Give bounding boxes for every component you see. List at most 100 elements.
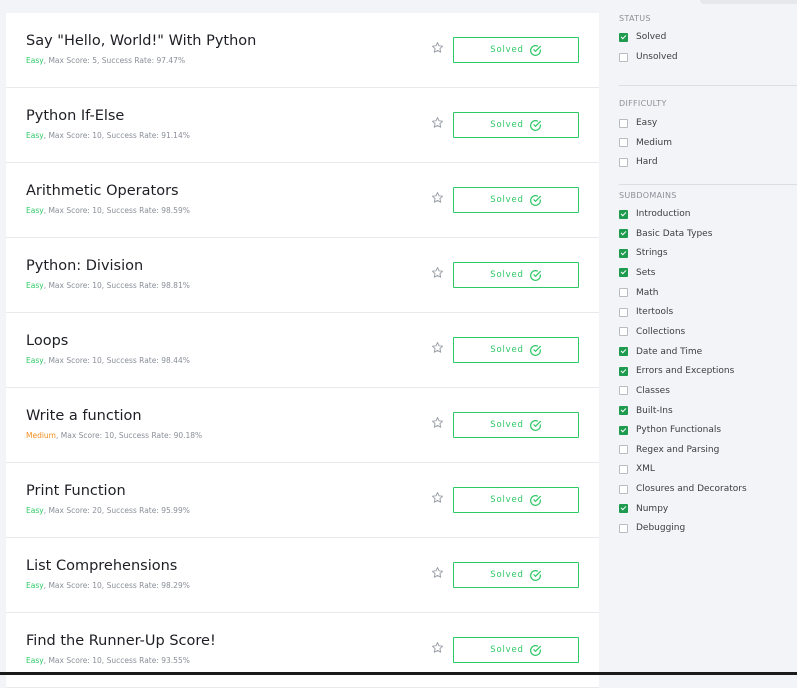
solved-button[interactable]: Solved xyxy=(453,112,579,138)
subdomain-filter-errors-and-exceptions[interactable]: Errors and Exceptions xyxy=(619,364,734,378)
filter-option-label: Easy xyxy=(636,118,658,128)
difficulty-label: Easy xyxy=(26,131,44,140)
star-icon[interactable] xyxy=(431,416,444,429)
solved-button-label: Solved xyxy=(490,345,524,355)
challenge-card[interactable]: List Comprehensions Easy, Max Score: 10, … xyxy=(6,538,599,613)
challenge-card[interactable]: Python If-Else Easy, Max Score: 10, Succe… xyxy=(6,88,599,163)
checkbox[interactable] xyxy=(619,307,628,317)
checkbox[interactable] xyxy=(619,157,628,167)
checkbox[interactable] xyxy=(619,425,628,435)
challenge-meta: Easy, Max Score: 10, Success Rate: 98.59… xyxy=(26,206,190,215)
subdomains-filter-title: SUBDOMAINS xyxy=(619,191,677,200)
checkbox[interactable] xyxy=(619,118,628,128)
challenge-title[interactable]: Write a function xyxy=(26,408,142,424)
checkbox[interactable] xyxy=(619,52,628,62)
star-icon[interactable] xyxy=(431,266,444,279)
difficulty-filter-hard[interactable]: Hard xyxy=(619,155,658,169)
score-and-success-rate: , Max Score: 10, Success Rate: 98.81% xyxy=(43,281,190,290)
solved-button[interactable]: Solved xyxy=(453,187,579,213)
subdomain-filter-collections[interactable]: Collections xyxy=(619,325,685,339)
filter-option-label: Sets xyxy=(636,267,656,278)
challenge-title[interactable]: Say "Hello, World!" With Python xyxy=(26,33,256,49)
challenge-card[interactable]: Arithmetic Operators Easy, Max Score: 10,… xyxy=(6,163,599,238)
filter-option-label: Date and Time xyxy=(636,346,703,357)
solved-button[interactable]: Solved xyxy=(453,562,579,588)
subdomain-filter-sets[interactable]: Sets xyxy=(619,266,655,280)
subdomain-filter-numpy[interactable]: Numpy xyxy=(619,502,668,516)
difficulty-label: Medium xyxy=(26,431,56,440)
challenge-title[interactable]: Find the Runner-Up Score! xyxy=(26,633,216,649)
score-and-success-rate: , Max Score: 10, Success Rate: 91.14% xyxy=(43,131,190,140)
challenge-meta: Medium, Max Score: 10, Success Rate: 90.… xyxy=(26,431,202,440)
checkbox[interactable] xyxy=(619,406,628,415)
subdomain-filter-xml[interactable]: XML xyxy=(619,462,655,476)
checkbox[interactable] xyxy=(619,504,628,514)
subdomain-filter-regex-and-parsing[interactable]: Regex and Parsing xyxy=(619,443,719,457)
filter-option-label: Hard xyxy=(636,157,658,167)
subdomain-filter-classes[interactable]: Classes xyxy=(619,384,670,398)
subdomain-filter-introduction[interactable]: Introduction xyxy=(619,207,691,221)
star-icon[interactable] xyxy=(431,641,444,654)
star-icon[interactable] xyxy=(431,116,444,129)
challenge-title[interactable]: Loops xyxy=(26,333,68,349)
difficulty-label: Easy xyxy=(26,56,44,65)
solved-button[interactable]: Solved xyxy=(453,637,579,663)
challenge-card[interactable]: Print Function Easy, Max Score: 20, Succe… xyxy=(6,463,599,538)
status-filter-solved[interactable]: Solved xyxy=(619,30,666,44)
difficulty-filter-medium[interactable]: Medium xyxy=(619,136,672,150)
difficulty-label: Easy xyxy=(26,581,44,590)
challenge-title[interactable]: Python If-Else xyxy=(26,108,124,124)
checkbox[interactable] xyxy=(619,32,628,42)
challenge-title[interactable]: Arithmetic Operators xyxy=(26,183,179,199)
challenge-card[interactable]: Python: Division Easy, Max Score: 10, Suc… xyxy=(6,238,599,313)
checkbox[interactable] xyxy=(619,445,628,455)
checkbox[interactable] xyxy=(619,484,628,494)
filter-option-label: Introduction xyxy=(636,209,691,219)
challenge-title[interactable]: Python: Division xyxy=(26,258,143,274)
check-circle-icon xyxy=(529,344,542,357)
subdomain-filter-strings[interactable]: Strings xyxy=(619,246,668,260)
star-icon[interactable] xyxy=(431,191,444,204)
checkbox[interactable] xyxy=(619,366,628,376)
checkbox[interactable] xyxy=(619,209,628,219)
challenge-card[interactable]: Loops Easy, Max Score: 10, Success Rate: … xyxy=(6,313,599,388)
subdomain-filter-math[interactable]: Math xyxy=(619,286,659,300)
subdomain-filter-built-ins[interactable]: Built-Ins xyxy=(619,404,673,418)
solved-button[interactable]: Solved xyxy=(453,37,579,63)
status-filter-unsolved[interactable]: Unsolved xyxy=(619,50,678,64)
challenge-card[interactable]: Find the Runner-Up Score! Easy, Max Score… xyxy=(6,613,599,688)
challenge-card[interactable]: Write a function Medium, Max Score: 10, S… xyxy=(6,388,599,463)
checkbox[interactable] xyxy=(619,386,628,396)
star-icon[interactable] xyxy=(431,491,444,504)
subdomain-filter-itertools[interactable]: Itertools xyxy=(619,305,673,319)
solved-button[interactable]: Solved xyxy=(453,412,579,438)
checkbox[interactable] xyxy=(619,288,628,298)
subdomain-filter-closures-and-decorators[interactable]: Closures and Decorators xyxy=(619,482,747,496)
checkbox[interactable] xyxy=(619,248,628,258)
subdomain-filter-debugging[interactable]: Debugging xyxy=(619,521,685,535)
checkbox[interactable] xyxy=(619,464,628,474)
filter-option-label: Math xyxy=(636,287,659,298)
challenge-title[interactable]: List Comprehensions xyxy=(26,558,177,574)
subdomain-filter-python-functionals[interactable]: Python Functionals xyxy=(619,423,721,437)
checkbox[interactable] xyxy=(619,138,628,147)
checkbox[interactable] xyxy=(619,347,628,357)
solved-button[interactable]: Solved xyxy=(453,337,579,363)
difficulty-filter-easy[interactable]: Easy xyxy=(619,116,657,130)
star-icon[interactable] xyxy=(431,341,444,354)
star-icon[interactable] xyxy=(431,41,444,54)
solved-button[interactable]: Solved xyxy=(453,262,579,288)
score-and-success-rate: , Max Score: 10, Success Rate: 98.29% xyxy=(43,581,190,590)
solved-button[interactable]: Solved xyxy=(453,487,579,513)
star-icon[interactable] xyxy=(431,566,444,579)
subdomain-filter-basic-data-types[interactable]: Basic Data Types xyxy=(619,227,712,241)
challenge-card[interactable]: Say "Hello, World!" With Python Easy, Max… xyxy=(6,13,599,88)
checkbox[interactable] xyxy=(619,268,628,278)
challenge-title[interactable]: Print Function xyxy=(26,483,126,499)
solved-button-label: Solved xyxy=(490,645,524,655)
checkbox[interactable] xyxy=(619,327,628,337)
checkbox[interactable] xyxy=(619,229,628,239)
solved-button-label: Solved xyxy=(490,120,524,130)
subdomain-filter-date-and-time[interactable]: Date and Time xyxy=(619,345,702,359)
checkbox[interactable] xyxy=(619,523,628,533)
